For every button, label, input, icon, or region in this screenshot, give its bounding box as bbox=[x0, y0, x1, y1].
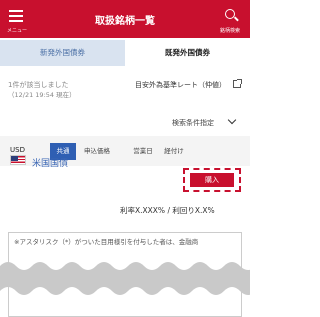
bond-search-button[interactable]: 銘柄検索 bbox=[216, 7, 244, 35]
currency-code: USD bbox=[10, 146, 25, 154]
external-link-icon[interactable] bbox=[233, 79, 242, 88]
chevron-down-icon[interactable] bbox=[227, 115, 237, 125]
sort-price-button[interactable]: 申込価格 bbox=[80, 143, 114, 160]
result-count: 1件が該当しました （12/21 19:54 現在） bbox=[8, 80, 76, 100]
sort-date-button[interactable]: 営業日 bbox=[128, 143, 158, 160]
search-caption: 銘柄検索 bbox=[219, 28, 240, 34]
buy-button[interactable]: 購入 bbox=[190, 173, 234, 187]
coupon-rate: 利率X.XXX% bbox=[120, 206, 166, 215]
search-icon-handle bbox=[234, 16, 239, 22]
sort-time-button[interactable]: 経付け bbox=[160, 143, 188, 160]
result-count-text: 1件が該当しました bbox=[8, 81, 69, 89]
result-timestamp: （12/21 19:54 現在） bbox=[8, 91, 76, 99]
page-title: 取扱銘柄一覧 bbox=[95, 16, 155, 27]
bond-tabs: 新発外国債券 既発外国債券 bbox=[0, 40, 250, 66]
search-filter-toggle[interactable]: 検索条件指定 bbox=[172, 118, 214, 128]
us-flag-icon bbox=[10, 155, 26, 165]
notes-text: ※アスタリスク（*）がついた目用様引を付与した者は、金融商 bbox=[14, 238, 199, 246]
reference-rate-link[interactable]: 目安外為基準レート（仲値） bbox=[135, 80, 226, 90]
bond-yields: 利率X.XXX% / 利回りX.X% bbox=[120, 205, 215, 216]
torn-paper-divider bbox=[0, 262, 250, 295]
yield-rate: 利回りX.X% bbox=[172, 206, 215, 215]
menu-caption: メニュー bbox=[6, 28, 27, 34]
tab-issued-foreign-bonds[interactable]: 既発外国債券 bbox=[125, 40, 250, 66]
app-header: メニュー 取扱銘柄一覧 銘柄検索 bbox=[0, 0, 250, 38]
tab-new-foreign-bonds[interactable]: 新発外国債券 bbox=[0, 40, 125, 66]
bond-name-link[interactable]: 米国国債 bbox=[32, 156, 68, 169]
